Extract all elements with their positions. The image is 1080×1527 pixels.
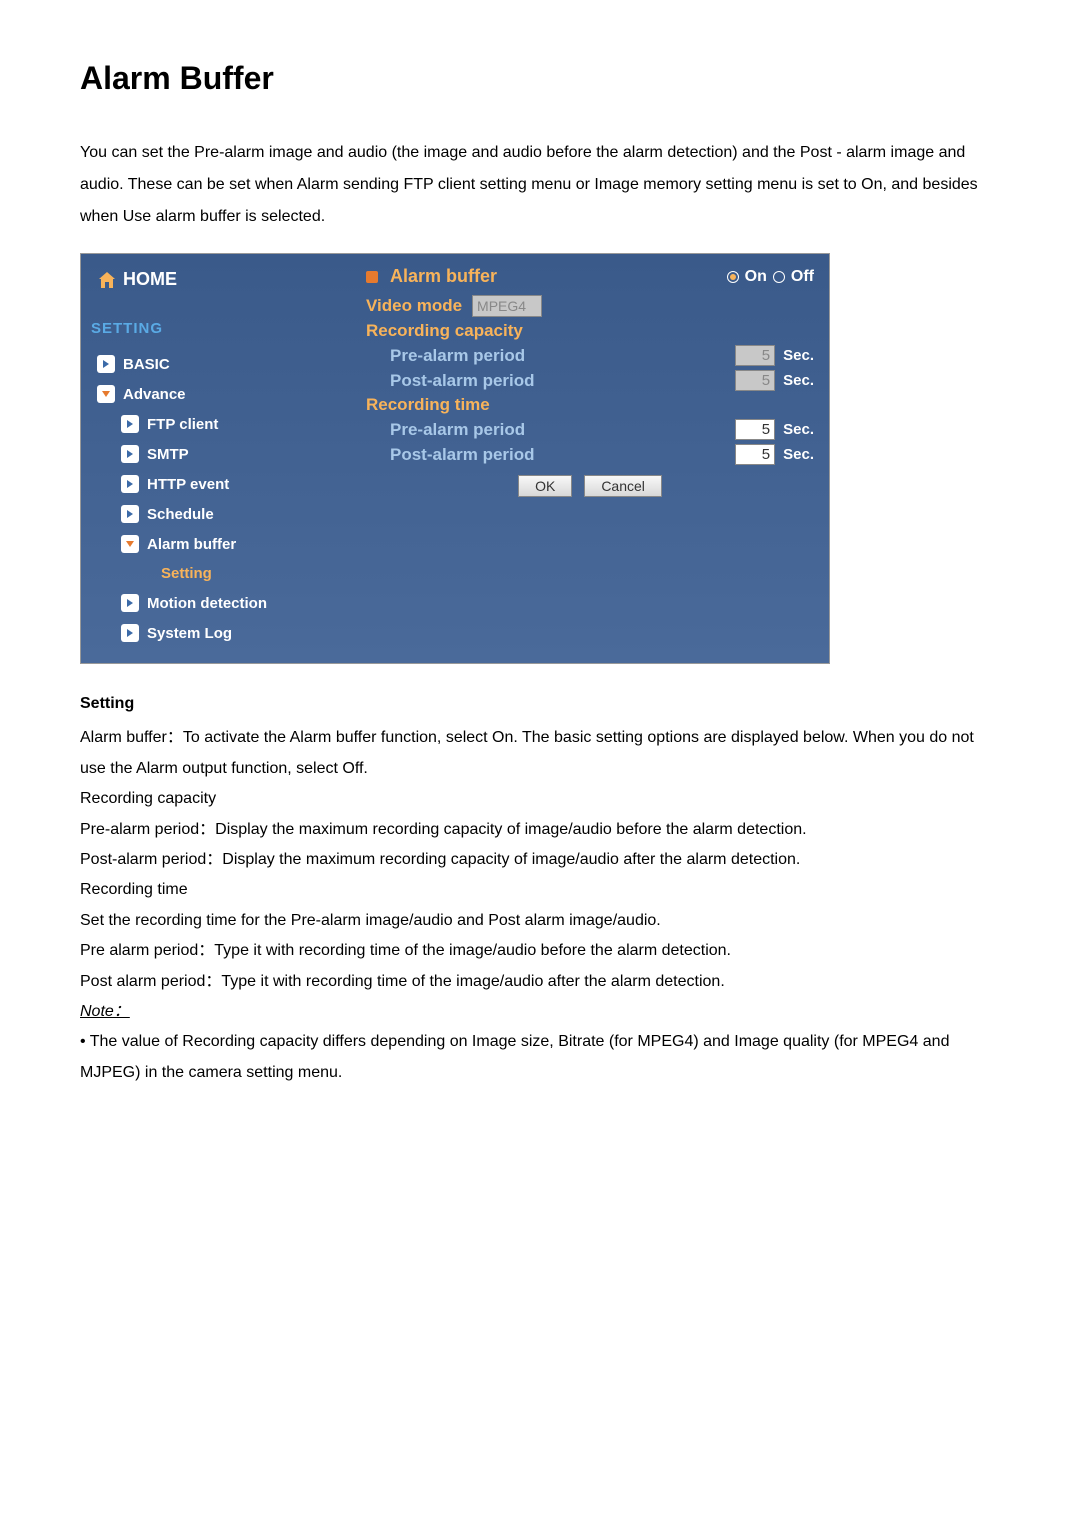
intro-text: You can set the Pre-alarm image and audi…: [80, 137, 1000, 233]
camera-settings-panel: HOME SETTING BASIC Advance FTP client SM…: [80, 253, 830, 664]
desc-line: Alarm buffer：To activate the Alarm buffe…: [80, 723, 1000, 784]
desc-line: Pre alarm period：Type it with recording …: [80, 936, 1000, 966]
arrow-right-icon: [121, 475, 139, 493]
desc-line: Recording time: [80, 875, 1000, 905]
sidebar-item-schedule[interactable]: Schedule: [91, 499, 341, 529]
sidebar-item-label: Alarm buffer: [147, 536, 236, 553]
description-section: Setting Alarm buffer：To activate the Ala…: [80, 689, 1000, 1088]
arrow-down-icon: [97, 385, 115, 403]
sidebar-item-label: Advance: [123, 386, 186, 403]
time-pre-input[interactable]: 5: [735, 419, 775, 440]
home-icon: [97, 271, 117, 289]
home-link[interactable]: HOME: [91, 269, 341, 290]
sidebar: HOME SETTING BASIC Advance FTP client SM…: [81, 254, 351, 663]
radio-on-label: On: [745, 268, 767, 286]
radio-off[interactable]: [773, 271, 785, 283]
cap-post-value: 5: [735, 370, 775, 391]
cap-post-label: Post-alarm period: [390, 371, 535, 391]
sidebar-item-alarm-setting[interactable]: Setting: [91, 559, 341, 588]
time-pre-label: Pre-alarm period: [390, 420, 525, 440]
cap-pre-value: 5: [735, 345, 775, 366]
arrow-right-icon: [97, 355, 115, 373]
sidebar-item-label: Setting: [161, 565, 212, 582]
desc-heading: Setting: [80, 689, 1000, 719]
main-panel: Alarm buffer On Off Video mode MPEG4 Rec…: [351, 254, 829, 663]
unit-label: Sec.: [783, 347, 814, 364]
sidebar-item-label: SMTP: [147, 446, 189, 463]
sidebar-item-basic[interactable]: BASIC: [91, 349, 341, 379]
section-icon: [366, 271, 378, 283]
sidebar-item-label: HTTP event: [147, 476, 229, 493]
sidebar-item-ftp[interactable]: FTP client: [91, 409, 341, 439]
cancel-button[interactable]: Cancel: [584, 475, 662, 497]
home-label: HOME: [123, 269, 177, 290]
recording-time-label: Recording time: [366, 395, 490, 415]
note-label: Note：: [80, 997, 1000, 1027]
sidebar-item-syslog[interactable]: System Log: [91, 618, 341, 648]
alarm-buffer-toggle: On Off: [727, 268, 814, 286]
arrow-right-icon: [121, 624, 139, 642]
time-post-input[interactable]: 5: [735, 444, 775, 465]
video-mode-label: Video mode: [366, 296, 462, 316]
sidebar-item-http[interactable]: HTTP event: [91, 469, 341, 499]
radio-on[interactable]: [727, 271, 739, 283]
sidebar-item-label: BASIC: [123, 356, 170, 373]
sidebar-item-label: System Log: [147, 625, 232, 642]
sidebar-item-smtp[interactable]: SMTP: [91, 439, 341, 469]
desc-line: Post-alarm period：Display the maximum re…: [80, 845, 1000, 875]
desc-line: Recording capacity: [80, 784, 1000, 814]
unit-label: Sec.: [783, 421, 814, 438]
sidebar-item-label: Schedule: [147, 506, 214, 523]
page-title: Alarm Buffer: [80, 60, 1000, 97]
sidebar-item-label: Motion detection: [147, 595, 267, 612]
unit-label: Sec.: [783, 446, 814, 463]
desc-line: Post alarm period：Type it with recording…: [80, 967, 1000, 997]
time-post-label: Post-alarm period: [390, 445, 535, 465]
desc-line: Set the recording time for the Pre-alarm…: [80, 906, 1000, 936]
note-line: • The value of Recording capacity differ…: [80, 1027, 1000, 1088]
unit-label: Sec.: [783, 372, 814, 389]
sidebar-item-label: FTP client: [147, 416, 218, 433]
sidebar-item-motion[interactable]: Motion detection: [91, 588, 341, 618]
panel-title: Alarm buffer: [390, 266, 497, 287]
recording-capacity-label: Recording capacity: [366, 321, 523, 341]
cap-pre-label: Pre-alarm period: [390, 346, 525, 366]
arrow-right-icon: [121, 594, 139, 612]
arrow-down-icon: [121, 535, 139, 553]
sidebar-item-alarm-buffer[interactable]: Alarm buffer: [91, 529, 341, 559]
arrow-right-icon: [121, 415, 139, 433]
arrow-right-icon: [121, 445, 139, 463]
setting-header: SETTING: [91, 320, 341, 337]
radio-off-label: Off: [791, 268, 814, 286]
desc-line: Pre-alarm period：Display the maximum rec…: [80, 815, 1000, 845]
sidebar-item-advance[interactable]: Advance: [91, 379, 341, 409]
ok-button[interactable]: OK: [518, 475, 572, 497]
video-mode-value: MPEG4: [472, 295, 542, 317]
arrow-right-icon: [121, 505, 139, 523]
